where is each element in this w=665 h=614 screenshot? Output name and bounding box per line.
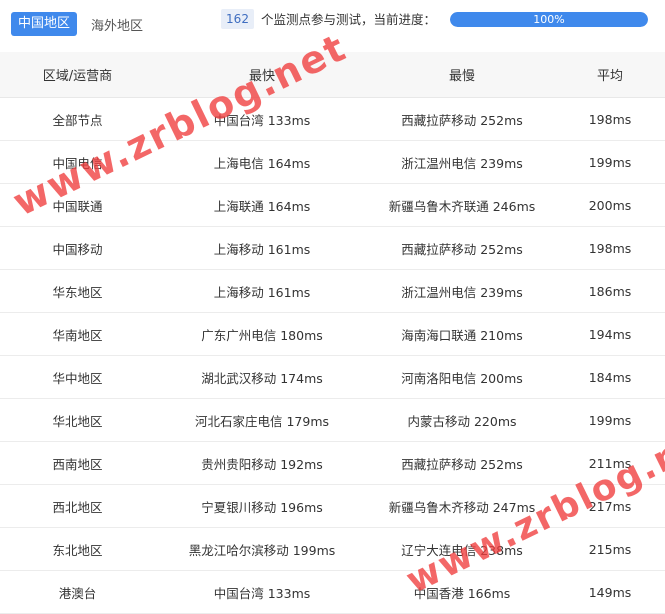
table-row: 西北地区 宁夏银川移动 196ms 新疆乌鲁木齐移动 247ms 217ms (0, 484, 665, 528)
header-average: 平均 (555, 52, 665, 98)
fastest-cell: 中国台湾 133ms (155, 97, 369, 141)
table-row: 华南地区 广东广州电信 180ms 海南海口联通 210ms 194ms (0, 312, 665, 356)
average-cell: 217ms (555, 484, 665, 528)
table-row: 中国电信 上海电信 164ms 浙江温州电信 239ms 199ms (0, 140, 665, 184)
table-row: 华东地区 上海移动 161ms 浙江温州电信 239ms 186ms (0, 269, 665, 313)
region-cell: 华东地区 (0, 269, 155, 313)
average-cell: 149ms (555, 570, 665, 614)
fastest-cell: 中国台湾 133ms (155, 570, 369, 614)
slowest-cell: 内蒙古移动 220ms (369, 398, 555, 442)
fastest-cell: 上海电信 164ms (155, 140, 369, 184)
slowest-cell: 西藏拉萨移动 252ms (369, 441, 555, 485)
fastest-cell: 宁夏银川移动 196ms (155, 484, 369, 528)
average-cell: 194ms (555, 312, 665, 356)
fastest-cell: 河北石家庄电信 179ms (155, 398, 369, 442)
average-cell: 211ms (555, 441, 665, 485)
table-row: 全部节点 中国台湾 133ms 西藏拉萨移动 252ms 198ms (0, 97, 665, 141)
table-row: 西南地区 贵州贵阳移动 192ms 西藏拉萨移动 252ms 211ms (0, 441, 665, 485)
slowest-cell: 浙江温州电信 239ms (369, 269, 555, 313)
table-row: 中国联通 上海联通 164ms 新疆乌鲁木齐联通 246ms 200ms (0, 183, 665, 227)
fastest-cell: 上海联通 164ms (155, 183, 369, 227)
region-cell: 华北地区 (0, 398, 155, 442)
slowest-cell: 新疆乌鲁木齐移动 247ms (369, 484, 555, 528)
progress-bar: 100% (450, 12, 648, 27)
average-cell: 199ms (555, 398, 665, 442)
average-cell: 200ms (555, 183, 665, 227)
tab-overseas[interactable]: 海外地区 (91, 15, 143, 34)
region-cell: 港澳台 (0, 570, 155, 614)
region-cell: 西南地区 (0, 441, 155, 485)
region-cell: 西北地区 (0, 484, 155, 528)
average-cell: 215ms (555, 527, 665, 571)
progress-fill: 100% (450, 12, 648, 27)
region-cell: 中国联通 (0, 183, 155, 227)
table-row: 华中地区 湖北武汉移动 174ms 河南洛阳电信 200ms 184ms (0, 355, 665, 399)
region-cell: 华南地区 (0, 312, 155, 356)
region-cell: 中国电信 (0, 140, 155, 184)
average-cell: 198ms (555, 97, 665, 141)
status-text: 个监测点参与测试，当前进度： (261, 12, 437, 27)
table-row: 华北地区 河北石家庄电信 179ms 内蒙古移动 220ms 199ms (0, 398, 665, 442)
slowest-cell: 海南海口联通 210ms (369, 312, 555, 356)
fastest-cell: 广东广州电信 180ms (155, 312, 369, 356)
slowest-cell: 河南洛阳电信 200ms (369, 355, 555, 399)
region-cell: 全部节点 (0, 97, 155, 141)
slowest-cell: 西藏拉萨移动 252ms (369, 97, 555, 141)
fastest-cell: 黑龙江哈尔滨移动 199ms (155, 527, 369, 571)
slowest-cell: 新疆乌鲁木齐联通 246ms (369, 183, 555, 227)
fastest-cell: 上海移动 161ms (155, 226, 369, 270)
results-table: 区域/运营商 最快 最慢 平均 全部节点 中国台湾 133ms 西藏拉萨移动 252… (0, 52, 665, 614)
average-cell: 199ms (555, 140, 665, 184)
table-row: 港澳台 中国台湾 133ms 中国香港 166ms 149ms (0, 570, 665, 614)
slowest-cell: 中国香港 166ms (369, 570, 555, 614)
table-row: 东北地区 黑龙江哈尔滨移动 199ms 辽宁大连电信 238ms 215ms (0, 527, 665, 571)
header-region: 区域/运营商 (0, 52, 155, 98)
slowest-cell: 西藏拉萨移动 252ms (369, 226, 555, 270)
average-cell: 198ms (555, 226, 665, 270)
header-fastest: 最快 (155, 52, 369, 98)
fastest-cell: 上海移动 161ms (155, 269, 369, 313)
region-cell: 华中地区 (0, 355, 155, 399)
monitor-count: 162 (221, 9, 254, 29)
fastest-cell: 湖北武汉移动 174ms (155, 355, 369, 399)
slowest-cell: 辽宁大连电信 238ms (369, 527, 555, 571)
table-row: 中国移动 上海移动 161ms 西藏拉萨移动 252ms 198ms (0, 226, 665, 270)
table-header-row: 区域/运营商 最快 最慢 平均 (0, 52, 665, 98)
average-cell: 186ms (555, 269, 665, 313)
region-cell: 东北地区 (0, 527, 155, 571)
average-cell: 184ms (555, 355, 665, 399)
fastest-cell: 贵州贵阳移动 192ms (155, 441, 369, 485)
tab-china[interactable]: 中国地区 (11, 12, 78, 36)
slowest-cell: 浙江温州电信 239ms (369, 140, 555, 184)
header-slowest: 最慢 (369, 52, 555, 98)
region-cell: 中国移动 (0, 226, 155, 270)
